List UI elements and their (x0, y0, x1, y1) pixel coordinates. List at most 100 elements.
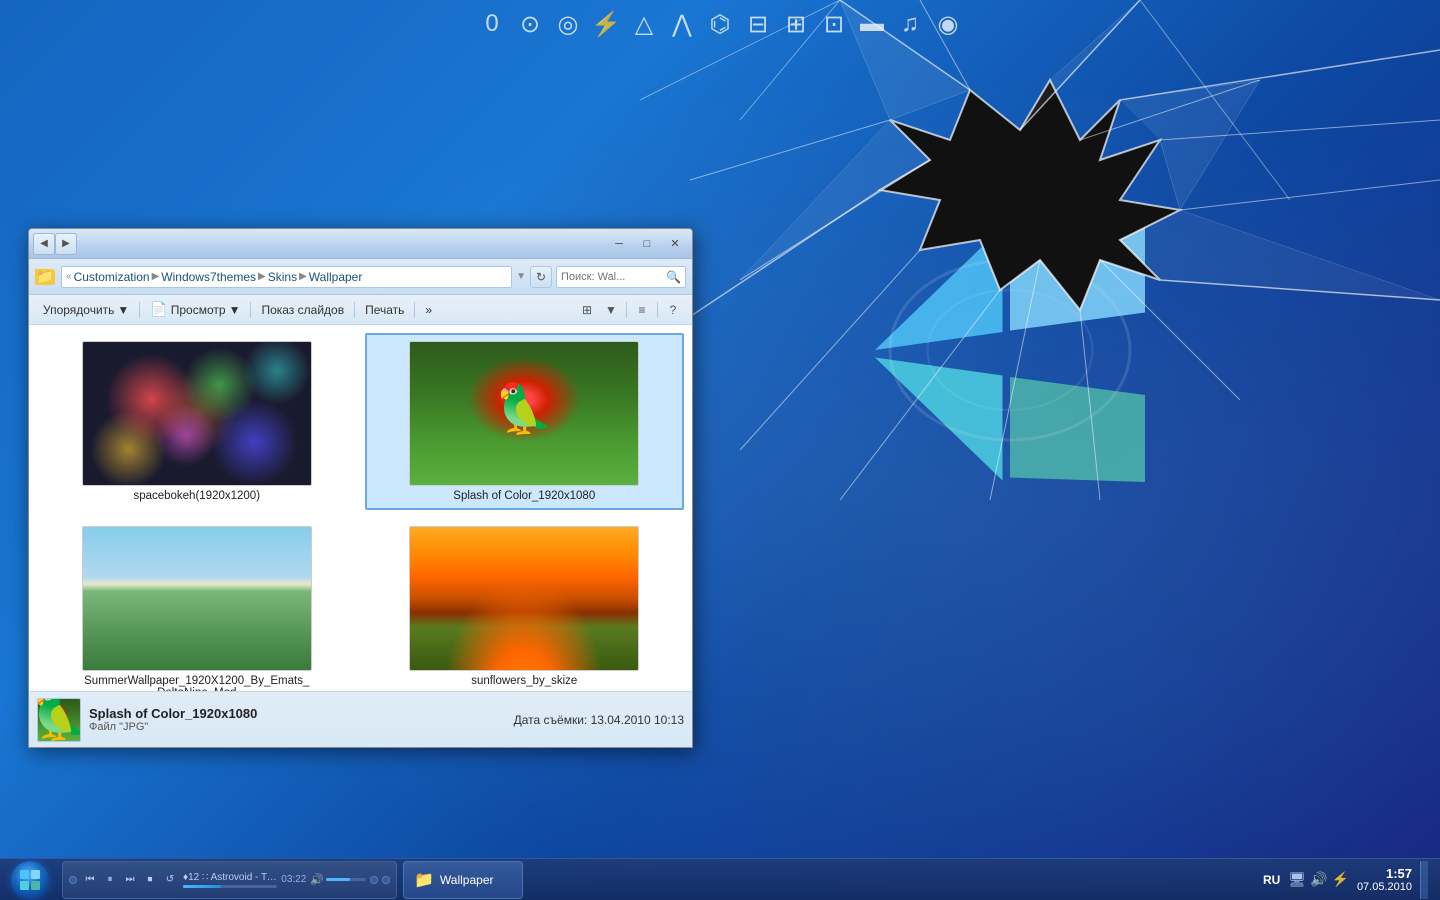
mp-vol-icon: 🔊 (310, 873, 324, 886)
slideshow-button[interactable]: Показ слайдов (255, 299, 350, 321)
bc-left-arrow: « (66, 271, 72, 282)
mp-btn2[interactable] (370, 876, 378, 884)
file-thumb-splash (409, 341, 639, 486)
organize-button[interactable]: Упорядочить ▼ (37, 299, 135, 321)
view-button[interactable]: 📄 Просмотр ▼ (144, 299, 246, 321)
content-area: spacebokeh(1920x1200) Splash of Color_19… (29, 325, 692, 691)
mp-time: 03:22 (281, 874, 306, 885)
taskbar-item-label: Wallpaper (440, 873, 494, 887)
dock-icon-clipboard[interactable]: ⊟ (742, 8, 774, 40)
view-label: Просмотр (171, 303, 226, 317)
dock-icon-cat[interactable]: ⋀ (666, 8, 698, 40)
status-date-value: 13.04.2010 10:13 (591, 713, 684, 727)
bc-sep-2: ▶ (258, 271, 266, 282)
mp-play-button[interactable]: ⏸ (101, 871, 119, 889)
file-thumb-spacebokeh (82, 341, 312, 486)
status-date: Дата съёмки: 13.04.2010 10:13 (514, 713, 684, 727)
mp-controls: ⏮ ⏸ ⏭ ⏹ ↺ (81, 871, 179, 889)
dock-icon-camera[interactable]: ⊡ (818, 8, 850, 40)
toolbar-sep-2 (250, 302, 251, 318)
help-button[interactable]: ? (662, 299, 684, 321)
search-input[interactable] (561, 271, 664, 283)
forward-button[interactable]: ▶ (55, 233, 77, 255)
summer-thumbnail (83, 527, 311, 670)
dock-icon-firefox[interactable]: ◎ (552, 8, 584, 40)
dock-icon-rect[interactable]: ▬ (856, 8, 888, 40)
file-thumb-sunflowers (409, 526, 639, 671)
print-button[interactable]: Печать (359, 299, 410, 321)
tray-language[interactable]: RU (1263, 873, 1280, 887)
explorer-window: ◀ ▶ ─ □ ✕ 📁 « Customization ▶ Windows7th… (28, 228, 693, 748)
windows-logo (860, 200, 1160, 500)
file-name-sunflowers: sunflowers_by_skize (471, 675, 577, 687)
mp-vol-bar[interactable] (326, 878, 366, 881)
view-sep (626, 302, 627, 318)
nav-bar: 📁 « Customization ▶ Windows7themes ▶ Ski… (29, 259, 692, 295)
tray-clock[interactable]: 1:57 07.05.2010 (1357, 866, 1412, 893)
file-item-sunflowers[interactable]: sunflowers_by_skize (365, 518, 685, 691)
media-player: ⏮ ⏸ ⏭ ⏹ ↺ ♦12 ∷ Astrovoid - Time Machi..… (62, 861, 397, 899)
mp-prev-button[interactable]: ⏮ (81, 871, 99, 889)
show-desktop-button[interactable] (1420, 861, 1428, 899)
back-button[interactable]: ◀ (33, 233, 55, 255)
tray-icons: 🖥 🔊 ⚡ (1288, 871, 1349, 888)
refresh-button[interactable]: ↻ (530, 266, 552, 288)
bc-customization[interactable]: Customization (74, 270, 150, 284)
tray-battery-icon[interactable]: ⚡ (1332, 871, 1349, 888)
dock-icon-steam[interactable]: ⌬ (704, 8, 736, 40)
windows-logo-icon (19, 869, 41, 891)
tray-volume-icon[interactable]: 🔊 (1310, 871, 1327, 888)
dock-icon-music[interactable]: ♫ (894, 8, 926, 40)
dock-icon-delta[interactable]: △ (628, 8, 660, 40)
file-name-splash: Splash of Color_1920x1080 (453, 490, 595, 502)
bokeh-thumbnail (83, 342, 311, 485)
breadcrumb-dropdown[interactable]: ▼ (516, 271, 526, 282)
bc-wallpaper[interactable]: Wallpaper (309, 270, 363, 284)
slideshow-label: Показ слайдов (261, 303, 344, 317)
file-grid: spacebokeh(1920x1200) Splash of Color_19… (29, 325, 692, 691)
file-name-summer: SummerWallpaper_1920X1200_By_Emats_Delta… (82, 675, 312, 691)
breadcrumb-bar[interactable]: « Customization ▶ Windows7themes ▶ Skins… (61, 266, 512, 288)
search-box[interactable]: 🔍 (556, 266, 686, 288)
maximize-button[interactable]: □ (634, 234, 660, 254)
mp-progress-bar[interactable] (183, 885, 277, 888)
search-icon[interactable]: 🔍 (666, 270, 681, 284)
taskbar-explorer-item[interactable]: 📁 Wallpaper (403, 861, 523, 899)
top-dock: 0 ⊙ ◎ ⚡ △ ⋀ ⌬ ⊟ ⊞ ⊡ ▬ ♫ ◉ (476, 8, 964, 40)
start-button[interactable] (4, 861, 56, 899)
status-thumb-img (38, 699, 80, 741)
mp-next-button[interactable]: ⏭ (121, 871, 139, 889)
system-tray: RU 🖥 🔊 ⚡ 1:57 07.05.2010 (1263, 861, 1436, 899)
print-label: Печать (365, 303, 404, 317)
tray-network-icon[interactable]: 🖥 (1288, 871, 1306, 888)
mp-track-name: ♦12 ∷ Astrovoid - Time Machi... (183, 872, 277, 883)
status-thumbnail (37, 698, 81, 742)
file-item-splash[interactable]: Splash of Color_1920x1080 (365, 333, 685, 510)
bc-sep-1: ▶ (152, 271, 160, 282)
taskbar: ⏮ ⏸ ⏭ ⏹ ↺ ♦12 ∷ Astrovoid - Time Machi..… (0, 858, 1440, 900)
view-size-dropdown[interactable]: ▼ (600, 299, 622, 321)
mp-btn3[interactable] (382, 876, 390, 884)
dock-icon-disc[interactable]: ◉ (932, 8, 964, 40)
file-item-spacebokeh[interactable]: spacebokeh(1920x1200) (37, 333, 357, 510)
dock-icon-chrome[interactable]: ⊙ (514, 8, 546, 40)
sunflowers-thumbnail (410, 527, 638, 670)
file-item-summer[interactable]: SummerWallpaper_1920X1200_By_Emats_Delta… (37, 518, 357, 691)
bc-skins[interactable]: Skins (268, 270, 297, 284)
grid-view-button[interactable]: ⊞ (576, 299, 598, 321)
minimize-button[interactable]: ─ (606, 234, 632, 254)
parrot-thumbnail (410, 342, 638, 485)
more-button[interactable]: » (419, 299, 438, 321)
dock-icon-flash[interactable]: ⚡ (590, 8, 622, 40)
tray-date: 07.05.2010 (1357, 881, 1412, 893)
folder-icon: 📁 (35, 269, 55, 285)
bc-themes[interactable]: Windows7themes (161, 270, 256, 284)
details-view-button[interactable]: ≡ (631, 299, 653, 321)
mp-repeat-button[interactable]: ↺ (161, 871, 179, 889)
dock-icon-gamepad[interactable]: ⊞ (780, 8, 812, 40)
view-toggle-buttons: ⊞ ▼ ≡ ? (576, 299, 684, 321)
mp-stop-button[interactable]: ⏹ (141, 871, 159, 889)
status-file-type: Файл "JPG" (89, 721, 257, 733)
close-button[interactable]: ✕ (662, 234, 688, 254)
dock-icon-0[interactable]: 0 (476, 8, 508, 40)
